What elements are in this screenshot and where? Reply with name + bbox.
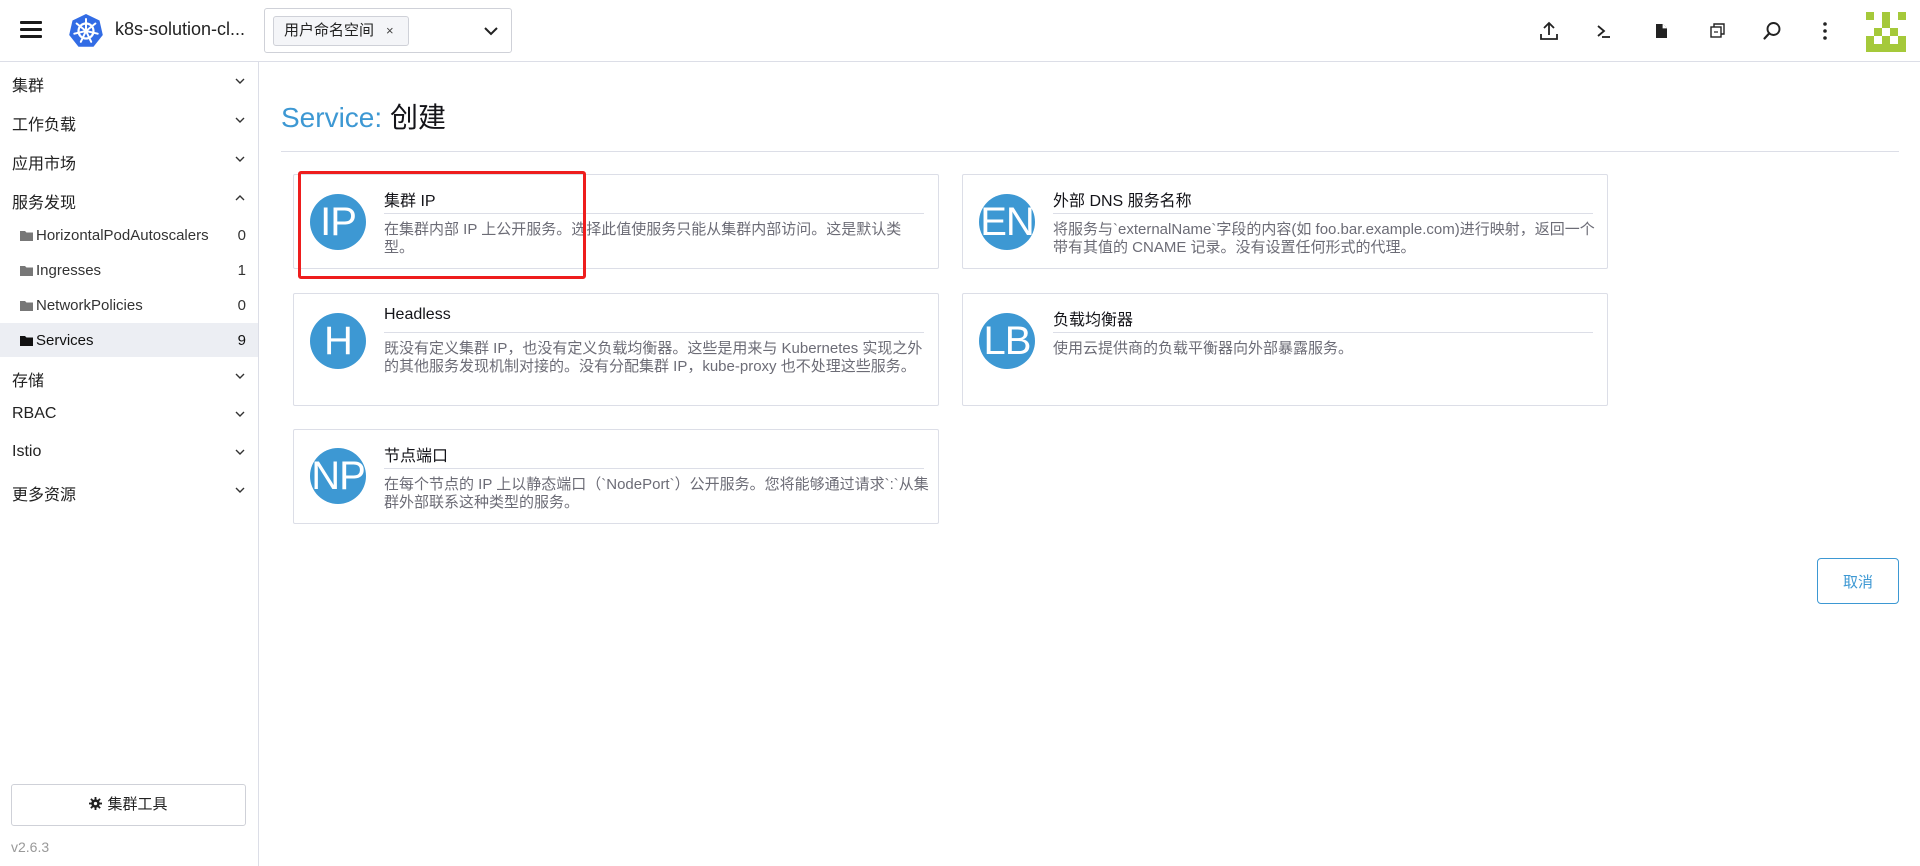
- chevron-down-icon: [235, 117, 245, 123]
- sidebar-item-ingresses[interactable]: Ingresses 1: [0, 253, 258, 287]
- version-label: v2.6.3: [11, 839, 50, 855]
- service-type-badge: EN: [979, 194, 1035, 250]
- service-type-title: 负载均衡器: [1053, 312, 1134, 329]
- sidebar-group-rbac[interactable]: RBAC: [0, 396, 258, 430]
- folder-icon: [20, 231, 33, 241]
- card-divider: [384, 468, 924, 469]
- user-avatar[interactable]: [1866, 12, 1906, 52]
- sidebar-group-apps[interactable]: 应用市场: [0, 141, 258, 175]
- service-type-badge: H: [310, 313, 366, 369]
- folder-open-icon: [20, 336, 33, 346]
- sidebar-group-label: 更多资源: [12, 487, 77, 504]
- cluster-tools-button[interactable]: 集群工具: [11, 784, 246, 826]
- sidebar-item-label: HorizontalPodAutoscalers: [36, 227, 209, 244]
- service-type-title: 集群 IP: [384, 193, 436, 210]
- service-type-card-loadbalancer[interactable]: LB 负载均衡器 使用云提供商的负载平衡器向外部暴露服务。: [962, 293, 1608, 406]
- kubernetes-logo-icon[interactable]: [68, 13, 104, 49]
- service-type-description: 既没有定义集群 IP，也没有定义负载均衡器。这些是用来与 Kubernetes …: [384, 340, 923, 375]
- service-type-badge: NP: [310, 448, 366, 504]
- chevron-down-icon: [235, 411, 245, 417]
- cluster-tools-label: 集群工具: [107, 796, 168, 813]
- cluster-name[interactable]: k8s-solution-cl...: [115, 19, 245, 40]
- card-divider: [1053, 213, 1593, 214]
- service-type-badge: LB: [979, 313, 1035, 369]
- chevron-down-icon: [235, 487, 245, 493]
- page-title-action: 创建: [389, 102, 446, 133]
- sidebar-group-label: Istio: [12, 443, 42, 460]
- sidebar-item-label: Ingresses: [36, 262, 102, 279]
- sidebar-group-label: RBAC: [12, 405, 57, 422]
- title-divider: [281, 151, 1899, 152]
- chevron-down-icon: [235, 78, 245, 84]
- service-type-description: 在每个节点的 IP 上以静态端口（`NodePort`）公开服务。您将能够通过请…: [384, 476, 929, 511]
- terminal-icon[interactable]: [1593, 20, 1615, 42]
- sidebar-item-count: 0: [237, 297, 246, 314]
- top-header: k8s-solution-cl... 用户命名空间 ×: [0, 0, 1920, 62]
- more-vertical-icon[interactable]: [1814, 20, 1836, 42]
- sidebar-group-label: 集群: [12, 78, 45, 95]
- menu-icon[interactable]: [20, 20, 42, 38]
- sidebar-item-hpa[interactable]: HorizontalPodAutoscalers 0: [0, 218, 258, 252]
- namespace-select[interactable]: 用户命名空间 ×: [264, 8, 512, 53]
- sidebar-group-istio[interactable]: Istio: [0, 434, 258, 468]
- service-type-title: 外部 DNS 服务名称: [1053, 193, 1192, 210]
- sidebar-group-more-resources[interactable]: 更多资源: [0, 472, 258, 506]
- sidebar-group-workloads[interactable]: 工作负载: [0, 102, 258, 136]
- service-type-card-externalname[interactable]: EN 外部 DNS 服务名称 将服务与`externalName`字段的内容(如…: [962, 174, 1608, 269]
- sidebar-group-label: 存储: [12, 373, 45, 390]
- sidebar-item-networkpolicies[interactable]: NetworkPolicies 0: [0, 288, 258, 322]
- service-type-description: 在集群内部 IP 上公开服务。选择此值使服务只能从集群内部访问。这是默认类型。: [384, 221, 902, 256]
- service-type-description: 将服务与`externalName`字段的内容(如 foo.bar.exampl…: [1053, 221, 1595, 256]
- card-divider: [1053, 332, 1593, 333]
- sidebar-item-label: Services: [36, 332, 94, 349]
- chevron-down-icon[interactable]: [483, 23, 499, 39]
- sidebar-item-count: 0: [237, 227, 246, 244]
- chevron-down-icon: [235, 449, 245, 455]
- service-type-card-nodeport[interactable]: NP 节点端口 在每个节点的 IP 上以静态端口（`NodePort`）公开服务…: [293, 429, 939, 524]
- service-type-card-clusterip[interactable]: IP 集群 IP 在集群内部 IP 上公开服务。选择此值使服务只能从集群内部访问…: [293, 174, 939, 269]
- cancel-button[interactable]: 取消: [1817, 558, 1899, 604]
- service-type-title: 节点端口: [384, 448, 449, 465]
- chevron-up-icon: [235, 195, 245, 201]
- chip-remove-icon[interactable]: ×: [386, 23, 394, 38]
- page-title-kind: Service:: [281, 102, 383, 133]
- sidebar-group-service-discovery[interactable]: 服务发现: [0, 180, 258, 214]
- sidebar-group-storage[interactable]: 存储: [0, 358, 258, 392]
- sidebar-item-label: NetworkPolicies: [36, 297, 143, 314]
- service-type-description: 使用云提供商的负载平衡器向外部暴露服务。: [1053, 340, 1354, 357]
- folder-icon: [20, 266, 33, 276]
- card-divider: [384, 332, 924, 333]
- sidebar-item-count: 9: [237, 332, 246, 349]
- sidebar-group-label: 应用市场: [12, 156, 77, 173]
- sidebar-group-label: 工作负载: [12, 117, 77, 134]
- upload-icon[interactable]: [1538, 20, 1560, 42]
- namespace-chip: 用户命名空间 ×: [273, 16, 409, 46]
- chevron-down-icon: [235, 373, 245, 379]
- search-icon[interactable]: [1761, 20, 1783, 42]
- copy-kubeconfig-icon[interactable]: [1706, 20, 1728, 42]
- gear-icon: [89, 797, 103, 810]
- sidebar-group-cluster[interactable]: 集群: [0, 63, 258, 97]
- sidebar-group-label: 服务发现: [12, 195, 77, 212]
- service-type-title: Headless: [384, 306, 451, 323]
- namespace-chip-label: 用户命名空间: [284, 22, 375, 39]
- file-icon[interactable]: [1650, 20, 1672, 42]
- chevron-down-icon: [235, 156, 245, 162]
- service-type-card-headless[interactable]: H Headless 既没有定义集群 IP，也没有定义负载均衡器。这些是用来与 …: [293, 293, 939, 406]
- sidebar-item-count: 1: [237, 262, 246, 279]
- sidebar-nav: 集群 工作负载 应用市场 服务发现 HorizontalPodAutoscale…: [0, 62, 259, 866]
- card-divider: [384, 213, 924, 214]
- page-title: Service: 创建: [281, 96, 446, 136]
- service-type-badge: IP: [310, 194, 366, 250]
- folder-icon: [20, 301, 33, 311]
- sidebar-item-services[interactable]: Services 9: [0, 323, 258, 357]
